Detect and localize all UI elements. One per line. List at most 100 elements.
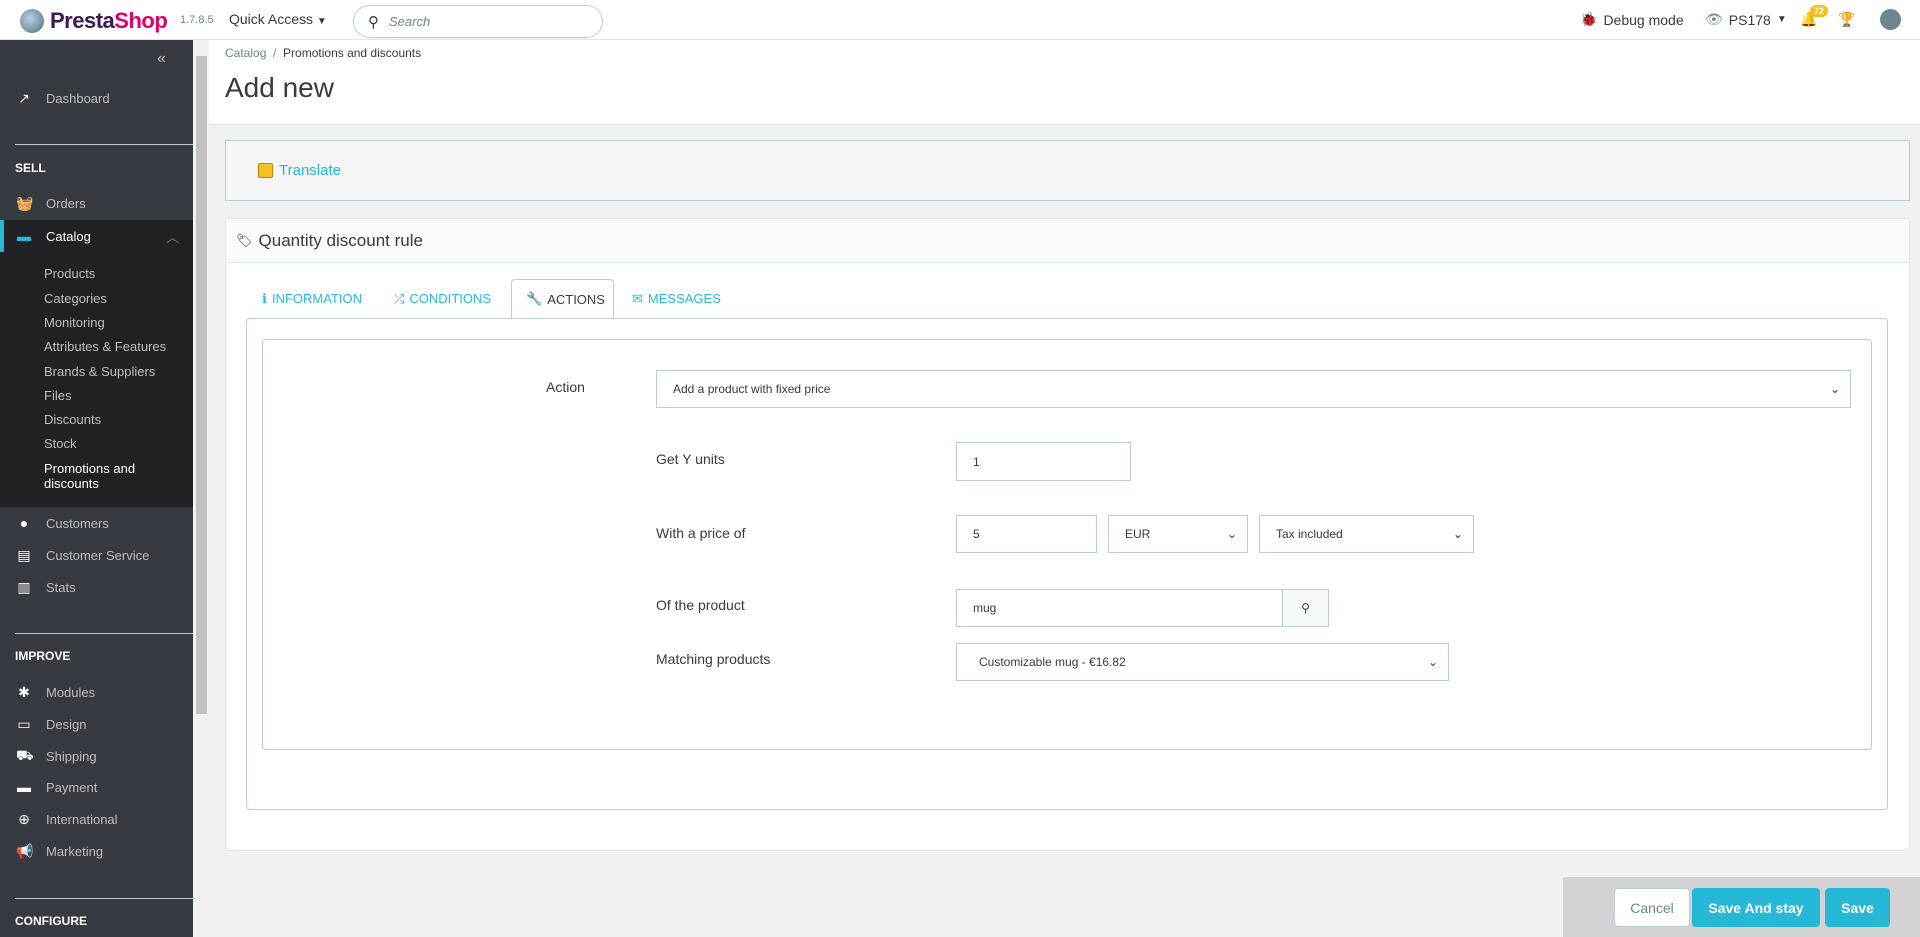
- sidebar-sub-files[interactable]: Files: [44, 388, 71, 403]
- panel-heading: 🏷 Quantity discount rule: [226, 219, 1909, 263]
- page-title: Add new: [225, 72, 334, 103]
- wrench-icon: 🔧: [526, 291, 543, 306]
- prestashop-logo[interactable]: PrestaShop: [20, 8, 168, 34]
- tab-actions[interactable]: 🔧 ACTIONS: [511, 279, 614, 318]
- version: 1.7.8.5: [180, 14, 214, 26]
- product-search-input[interactable]: mug: [956, 589, 1283, 627]
- collapse-sidebar-icon[interactable]: «: [157, 50, 166, 68]
- trend-icon: ↗: [18, 89, 30, 106]
- product-label: Of the product: [656, 597, 745, 613]
- quick-access-dropdown[interactable]: Quick Access ▼: [229, 11, 327, 27]
- sidebar-sub-discounts[interactable]: Discounts: [44, 412, 101, 427]
- trophy-icon: 🏆: [1838, 11, 1856, 27]
- chat-icon: ▤: [17, 546, 31, 563]
- bar-chart-icon: ▥: [17, 578, 31, 595]
- bug-icon: 🐞: [1580, 11, 1598, 27]
- caret-down-icon: ▼: [1776, 14, 1787, 25]
- sidebar-item-payment[interactable]: ▬ Payment: [0, 774, 193, 800]
- puzzle-icon: ✱: [18, 683, 30, 700]
- user-avatar-icon[interactable]: [1880, 9, 1901, 30]
- sidebar-item-customer-service[interactable]: ▤ Customer Service: [0, 542, 193, 568]
- tab-messages[interactable]: ✉ MESSAGES: [618, 279, 735, 318]
- sidebar-item-catalog[interactable]: ▬ Catalog ︿: [0, 223, 193, 249]
- get-y-units-label: Get Y units: [656, 451, 725, 467]
- user-circle-icon: ●: [19, 515, 29, 531]
- scrollbar-thumb[interactable]: [196, 56, 207, 714]
- sidebar-sub-brands[interactable]: Brands & Suppliers: [44, 364, 155, 379]
- divider: [15, 633, 193, 634]
- translate-panel: [225, 140, 1910, 201]
- price-input[interactable]: 5: [956, 515, 1097, 553]
- truck-icon: ⛟: [16, 746, 34, 763]
- trophy-button[interactable]: 🏆: [1838, 11, 1855, 28]
- sidebar-sub-products[interactable]: Products: [44, 266, 95, 281]
- chevron-up-icon: ︿: [165, 229, 179, 245]
- globe-icon: ⊕: [18, 810, 30, 827]
- get-y-units-input[interactable]: 1: [956, 442, 1131, 481]
- breadcrumb-current: Promotions and discounts: [283, 46, 422, 60]
- chevron-down-icon: ⌄: [1829, 382, 1840, 396]
- search-icon: ⚲: [1301, 601, 1310, 615]
- sidebar-item-customers[interactable]: ● Customers: [0, 510, 193, 536]
- sidebar: « ↗ Dashboard SELL 🧺 Orders ▬ Catalog ︿ Prod…: [0, 40, 193, 937]
- sidebar-item-international[interactable]: ⊕ International: [0, 806, 193, 832]
- action-select[interactable]: Add a product with fixed price ⌄: [656, 370, 1851, 408]
- top-header: PrestaShop 1.7.8.5 Quick Access ▼ ⚲ Searc…: [0, 0, 1920, 40]
- info-icon: ℹ: [262, 290, 267, 306]
- megaphone-icon: 📢: [16, 842, 34, 859]
- monitor-icon: ▭: [17, 715, 31, 732]
- sidebar-sub-stock[interactable]: Stock: [44, 436, 77, 451]
- page-header: [209, 40, 1920, 125]
- sidebar-item-marketing[interactable]: 📢 Marketing: [0, 838, 193, 864]
- envelope-icon: ✉: [632, 290, 643, 306]
- chevron-down-icon: ⌄: [1427, 655, 1438, 669]
- sidebar-sub-attributes[interactable]: Attributes & Features: [44, 339, 166, 354]
- matching-products-select[interactable]: Customizable mug - €16.82 ⌄: [956, 643, 1449, 681]
- sidebar-sub-promotions[interactable]: Promotions and discounts: [44, 461, 164, 491]
- tab-conditions[interactable]: ⤮ CONDITIONS: [380, 279, 505, 318]
- action-label: Action: [546, 379, 585, 395]
- translate-link[interactable]: Translate: [258, 162, 341, 179]
- store-icon: ▬: [17, 228, 31, 244]
- sidebar-item-modules[interactable]: ✱ Modules: [0, 679, 193, 705]
- chevron-down-icon: ⌄: [1226, 527, 1237, 541]
- search-icon: ⚲: [368, 13, 379, 31]
- tab-information[interactable]: ℹ INFORMATION: [248, 279, 376, 318]
- eye-icon: 👁: [1705, 11, 1723, 27]
- chevron-down-icon: ⌄: [1452, 527, 1463, 541]
- section-configure: CONFIGURE: [15, 914, 87, 928]
- puffin-logo-icon: [20, 9, 44, 33]
- section-sell: SELL: [15, 161, 46, 175]
- translate-icon: [258, 163, 273, 178]
- matching-products-label: Matching products: [656, 651, 771, 667]
- divider: [15, 144, 193, 145]
- sidebar-item-dashboard[interactable]: ↗ Dashboard: [0, 85, 193, 111]
- shop-selector[interactable]: 👁 PS178 ▼: [1705, 11, 1787, 28]
- price-label: With a price of: [656, 525, 746, 541]
- divider: [15, 898, 193, 899]
- search-input[interactable]: ⚲ Search: [353, 5, 603, 38]
- sidebar-item-design[interactable]: ▭ Design: [0, 711, 193, 737]
- credit-card-icon: ▬: [17, 779, 31, 795]
- currency-select[interactable]: EUR ⌄: [1108, 515, 1248, 553]
- notifications-button[interactable]: 🔔 72: [1800, 5, 1829, 28]
- cancel-button[interactable]: Cancel: [1614, 888, 1690, 927]
- breadcrumb: Catalog / Promotions and discounts: [225, 46, 422, 60]
- sidebar-sub-monitoring[interactable]: Monitoring: [44, 315, 105, 330]
- tag-icon: 🏷: [236, 232, 253, 248]
- shuffle-icon: ⤮: [394, 290, 405, 306]
- tax-select[interactable]: Tax included ⌄: [1259, 515, 1474, 553]
- section-improve: IMPROVE: [15, 649, 71, 663]
- basket-icon: 🧺: [16, 194, 34, 211]
- caret-down-icon: ▼: [316, 16, 327, 27]
- save-button[interactable]: Save: [1825, 888, 1890, 927]
- breadcrumb-catalog[interactable]: Catalog: [225, 46, 266, 60]
- sidebar-item-stats[interactable]: ▥ Stats: [0, 574, 193, 600]
- sidebar-item-shipping[interactable]: ⛟ Shipping: [0, 743, 193, 769]
- sidebar-sub-categories[interactable]: Categories: [44, 291, 107, 306]
- product-search-button[interactable]: ⚲: [1282, 589, 1329, 627]
- debug-mode[interactable]: 🐞 Debug mode: [1580, 11, 1684, 28]
- sidebar-item-orders[interactable]: 🧺 Orders: [0, 190, 193, 216]
- notification-badge: 72: [1810, 5, 1829, 17]
- save-and-stay-button[interactable]: Save And stay: [1692, 888, 1820, 927]
